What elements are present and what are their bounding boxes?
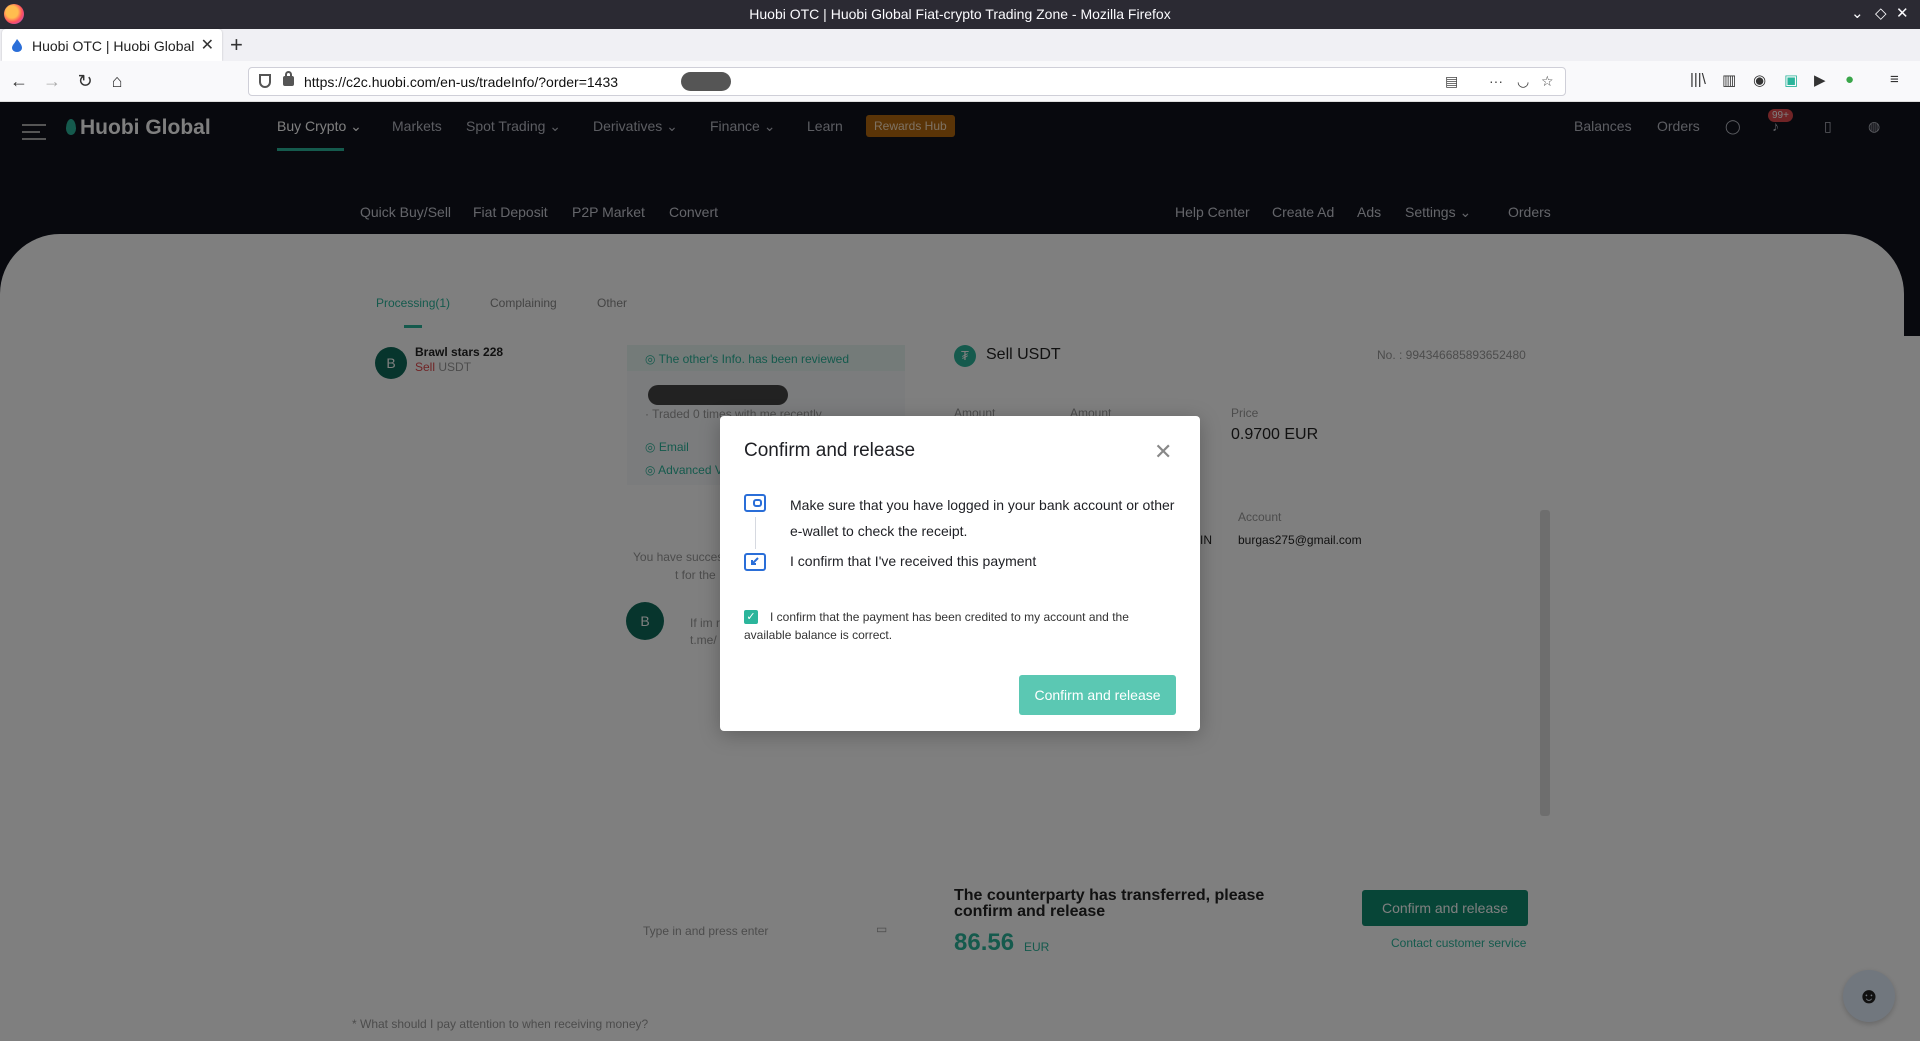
redacted-area [681, 72, 731, 91]
close-icon[interactable]: ✕ [1154, 441, 1172, 463]
close-window-icon[interactable]: ✕ [1896, 4, 1909, 22]
reload-icon[interactable]: ↻ [74, 70, 96, 92]
extension-green-icon[interactable]: ● [1845, 71, 1854, 88]
pocket-icon[interactable]: ◡ [1517, 73, 1529, 90]
window-title: Huobi OTC | Huobi Global Fiat-crypto Tra… [749, 6, 1171, 22]
lock-icon[interactable] [283, 71, 294, 86]
tab-strip: Huobi OTC | Huobi Global ✕ + [0, 29, 1920, 61]
sidebar-icon[interactable]: ▥ [1722, 71, 1736, 89]
confirm-release-dialog: Confirm and release ✕ Make sure that you… [720, 416, 1200, 731]
url-text[interactable]: https://c2c.huobi.com/en-us/tradeInfo/?o… [304, 74, 618, 90]
extension-new-icon[interactable]: ▶ [1814, 71, 1826, 89]
forward-icon[interactable]: → [41, 70, 63, 92]
page-actions-icon[interactable]: ··· [1489, 73, 1503, 89]
tracking-shield-icon[interactable] [259, 74, 271, 88]
new-tab-icon[interactable]: + [230, 32, 243, 58]
tab-title: Huobi OTC | Huobi Global [32, 38, 195, 54]
browser-tab[interactable]: Huobi OTC | Huobi Global ✕ [2, 29, 222, 61]
bookmark-star-icon[interactable]: ☆ [1541, 73, 1554, 90]
home-icon[interactable]: ⌂ [106, 70, 128, 92]
receive-payment-icon [744, 553, 766, 571]
tab-close-icon[interactable]: ✕ [201, 35, 214, 55]
step-connector [755, 517, 756, 549]
url-bar[interactable]: https://c2c.huobi.com/en-us/tradeInfo/?o… [248, 67, 1566, 96]
account-icon[interactable]: ◉ [1753, 71, 1766, 89]
navigation-toolbar: ← → ↻ ⌂ https://c2c.huobi.com/en-us/trad… [0, 61, 1920, 102]
bank-card-icon [744, 494, 766, 512]
back-icon[interactable]: ← [8, 70, 30, 92]
dialog-confirm-release-button[interactable]: Confirm and release [1019, 675, 1176, 715]
step-1-text: Make sure that you have logged in your b… [790, 497, 1175, 539]
step-2-text: I confirm that I've received this paymen… [790, 553, 1037, 569]
dialog-title: Confirm and release [744, 440, 916, 461]
reader-view-icon[interactable]: ▤ [1445, 73, 1458, 90]
checkbox-label[interactable]: I confirm that the payment has been cred… [744, 608, 1164, 644]
minimize-icon[interactable]: ⌄ [1851, 4, 1864, 22]
maximize-icon[interactable]: ◇ [1875, 4, 1887, 22]
window-titlebar: Huobi OTC | Huobi Global Fiat-crypto Tra… [0, 0, 1920, 29]
library-icon[interactable]: |||\ [1690, 71, 1706, 88]
huobi-favicon-icon [12, 39, 22, 52]
app-menu-icon[interactable]: ≡ [1890, 71, 1899, 88]
extension-save-icon[interactable]: ▣ [1784, 71, 1798, 89]
